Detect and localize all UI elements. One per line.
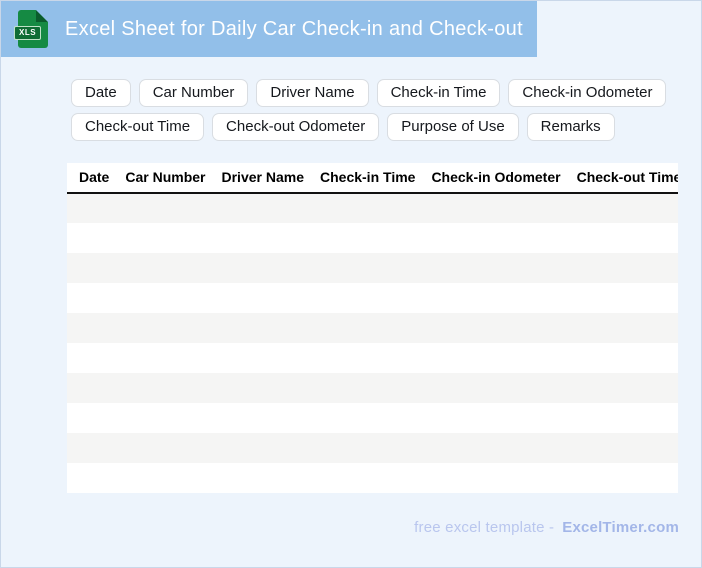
empty-cell (67, 373, 678, 403)
sheet-header-row: Date Car Number Driver Name Check-in Time Ch… (67, 163, 678, 194)
footer-brand-link[interactable]: ExcelTimer.com (562, 519, 679, 536)
field-chip-driver-name[interactable]: Driver Name (256, 79, 369, 107)
page-title: Excel Sheet for Daily Car Check-in and C… (65, 17, 523, 40)
table-row (67, 373, 678, 403)
field-chip-check-out-time[interactable]: Check-out Time (71, 113, 205, 141)
table-row (67, 313, 678, 343)
empty-cell (67, 313, 678, 343)
sheet-table-body (67, 193, 678, 493)
chip-row-1: Date Car Number Driver Name Check-in Time Ch… (71, 79, 667, 107)
sheet-table: Date Car Number Driver Name Check-in Time Ch… (67, 163, 678, 493)
field-chip-check-in-odometer[interactable]: Check-in Odometer (508, 79, 667, 107)
table-row (67, 343, 678, 373)
empty-cell (67, 223, 678, 253)
field-chip-check-in-time[interactable]: Check-in Time (376, 79, 501, 107)
footer-credit: free excel template - ExcelTimer.com (414, 519, 679, 536)
field-chip-list: Date Car Number Driver Name Check-in Time Ch… (71, 79, 667, 141)
empty-cell (67, 463, 678, 493)
empty-cell (67, 343, 678, 373)
table-row (67, 223, 678, 253)
field-chip-car-number[interactable]: Car Number (138, 79, 249, 107)
field-chip-purpose-of-use[interactable]: Purpose of Use (387, 113, 519, 141)
field-chip-remarks[interactable]: Remarks (526, 113, 615, 141)
table-row (67, 253, 678, 283)
table-row (67, 463, 678, 493)
empty-cell (67, 403, 678, 433)
page: XLS Excel Sheet for Daily Car Check-in a… (0, 0, 702, 568)
table-row (67, 193, 678, 223)
empty-cell (67, 433, 678, 463)
empty-cell (67, 193, 678, 223)
xls-badge: XLS (14, 26, 42, 40)
column-header-car-number: Car Number (117, 163, 214, 194)
empty-cell (67, 253, 678, 283)
empty-cell (67, 283, 678, 313)
column-header-check-in-odometer: Check-in Odometer (423, 163, 569, 194)
xls-corner-cut (36, 10, 48, 22)
table-row (67, 403, 678, 433)
header-banner: XLS Excel Sheet for Daily Car Check-in a… (1, 1, 537, 57)
sheet-preview: Date Car Number Driver Name Check-in Time Ch… (67, 163, 678, 493)
footer-credit-text: free excel template - (414, 519, 555, 536)
column-header-driver-name: Driver Name (213, 163, 312, 194)
field-chip-check-out-odometer[interactable]: Check-out Odometer (212, 113, 380, 141)
table-row (67, 433, 678, 463)
xls-file-icon: XLS (14, 10, 48, 48)
sheet-table-head: Date Car Number Driver Name Check-in Time Ch… (67, 163, 678, 194)
column-header-check-in-time: Check-in Time (312, 163, 424, 194)
column-header-date: Date (67, 163, 118, 194)
chip-row-2: Check-out Time Check-out Odometer Purpose … (71, 113, 666, 141)
column-header-check-out-time: Check-out Time (568, 163, 678, 194)
table-row (67, 283, 678, 313)
field-chip-date[interactable]: Date (71, 79, 131, 107)
